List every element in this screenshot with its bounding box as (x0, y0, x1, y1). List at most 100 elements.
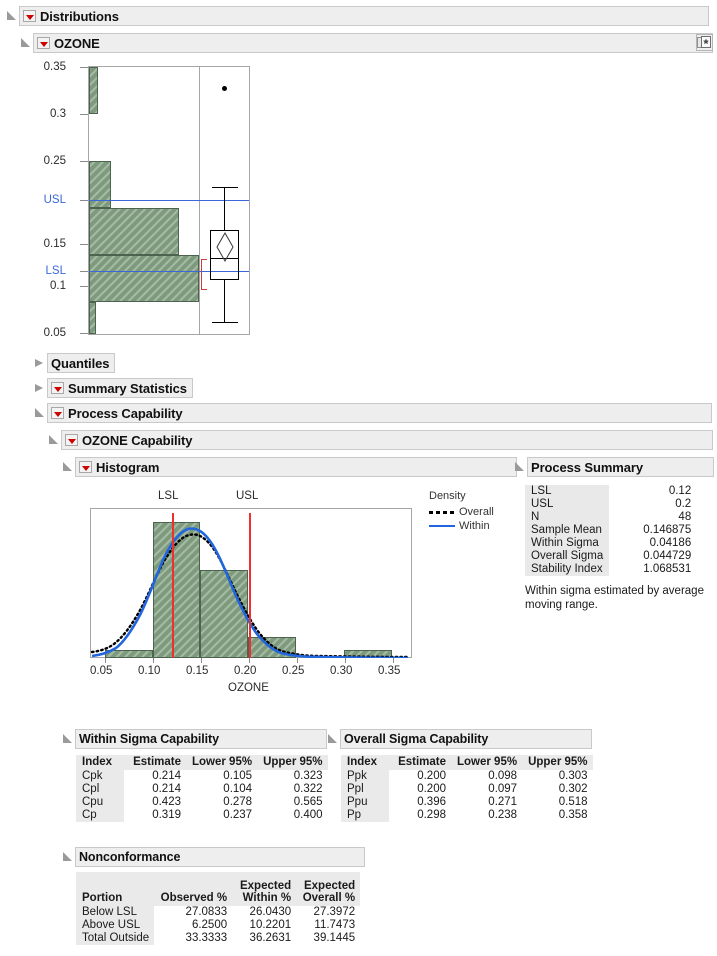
outline-distributions[interactable]: Distributions (6, 6, 709, 26)
legend-title: Density (429, 490, 494, 502)
red-triangle-menu-icon-summary[interactable] (51, 382, 64, 394)
cell-index: Ppl (341, 783, 389, 796)
red-triangle-menu-icon-hist[interactable] (79, 461, 92, 473)
header-bar-ozone[interactable]: OZONE (33, 33, 713, 53)
disclosure-triangle-within-sigma[interactable] (62, 734, 73, 745)
table-header-row: Portion Observed % ExpectedWithin % Expe… (76, 872, 360, 906)
tickmark (80, 244, 88, 245)
disclosure-triangle-ozone[interactable] (20, 38, 31, 49)
red-triangle-menu-icon-pc[interactable] (51, 407, 64, 419)
header-bar-histogram[interactable]: Histogram (75, 457, 517, 477)
cell-exp-overall: 39.1445 (296, 932, 360, 945)
table-row: LSL0.12 (525, 485, 697, 498)
ps-value: 0.04186 (609, 537, 697, 550)
disclosure-triangle-process-summary[interactable] (514, 462, 525, 473)
quantiles-title: Quantiles (51, 356, 109, 371)
table-row: Stability Index1.068531 (525, 563, 697, 576)
table-row: Within Sigma0.04186 (525, 537, 697, 550)
outline-overall-sigma[interactable]: Overall Sigma Capability (327, 729, 592, 749)
shortest-half-bracket (201, 259, 207, 290)
cell-index: Cpk (76, 770, 124, 783)
disclosure-triangle-histogram[interactable] (62, 462, 73, 473)
outline-histogram[interactable]: Histogram (62, 457, 517, 477)
cell-lower: 0.271 (451, 796, 522, 809)
cell-upper: 0.400 (257, 809, 327, 822)
cell-observed: 33.3333 (154, 932, 232, 945)
cell-exp-within: 26.0430 (232, 906, 296, 919)
header-bar-summary-statistics[interactable]: Summary Statistics (47, 378, 193, 398)
disclosure-triangle-quantiles[interactable] (34, 358, 45, 369)
tickmark (393, 658, 394, 663)
tickmark (80, 67, 88, 68)
cell-upper: 0.518 (522, 796, 592, 809)
capability-usl-label: USL (236, 490, 258, 502)
disclosure-triangle-overall-sigma[interactable] (327, 734, 338, 745)
th-line2: Within % (243, 892, 291, 904)
overall-sigma-body: Ppk0.2000.0980.303 Ppl0.2000.0970.302 Pp… (341, 770, 593, 822)
xaxis-tick-0.35: 0.35 (378, 665, 400, 677)
header-bar-nonconformance[interactable]: Nonconformance (75, 847, 365, 867)
header-bar-quantiles[interactable]: Quantiles (47, 353, 115, 373)
tickmark (297, 658, 298, 663)
cell-upper: 0.303 (522, 770, 592, 783)
ps-key: USL (525, 498, 609, 511)
outline-ozone[interactable]: OZONE (20, 33, 713, 53)
disclosure-triangle-ozone-capability[interactable] (48, 435, 59, 446)
boxplot-upper-whisker-cap (212, 187, 238, 188)
outline-within-sigma[interactable]: Within Sigma Capability (62, 729, 327, 749)
cell-index: Cpl (76, 783, 124, 796)
red-triangle-menu-icon-ozone[interactable] (37, 37, 50, 49)
ozone-title: OZONE (54, 36, 100, 51)
pin-star-icon[interactable] (696, 34, 713, 51)
th-portion: Portion (76, 872, 154, 906)
header-bar-process-capability[interactable]: Process Capability (47, 403, 712, 423)
histogram-bar (89, 208, 179, 255)
tickmark (153, 658, 154, 663)
header-bar-process-summary[interactable]: Process Summary (527, 457, 714, 477)
outline-ozone-capability[interactable]: OZONE Capability (48, 430, 713, 450)
ps-key: Sample Mean (525, 524, 609, 537)
red-triangle-menu-icon[interactable] (23, 10, 36, 22)
table-row: USL0.2 (525, 498, 697, 511)
cell-portion: Below LSL (76, 906, 154, 919)
boxplot-mean-diamond (210, 230, 240, 280)
table-row: Cpl0.2140.1040.322 (76, 783, 328, 796)
boxplot-upper-whisker (224, 187, 225, 230)
tickmark (249, 658, 250, 663)
process-capability-title: Process Capability (68, 406, 183, 421)
disclosure-triangle-process-capability[interactable] (34, 408, 45, 419)
ps-key: Stability Index (525, 563, 609, 576)
outline-summary-statistics[interactable]: Summary Statistics (34, 378, 193, 398)
cell-upper: 0.322 (257, 783, 327, 796)
cell-index: Cp (76, 809, 124, 822)
ps-value: 1.068531 (609, 563, 697, 576)
outline-nonconformance[interactable]: Nonconformance (62, 847, 365, 867)
table-row: Below LSL27.083326.043027.3972 (76, 906, 360, 919)
th-index: Index (76, 755, 124, 770)
ps-key: Overall Sigma (525, 550, 609, 563)
cell-observed: 27.0833 (154, 906, 232, 919)
th-line1: Expected (304, 880, 355, 892)
cell-estimate: 0.423 (124, 796, 186, 809)
outline-process-capability[interactable]: Process Capability (34, 403, 712, 423)
disclosure-triangle-summary-statistics[interactable] (34, 383, 45, 394)
header-bar-ozone-capability[interactable]: OZONE Capability (61, 430, 713, 450)
ps-value: 0.2 (609, 498, 697, 511)
red-triangle-menu-icon-oc[interactable] (65, 434, 78, 446)
outline-quantiles[interactable]: Quantiles (34, 353, 115, 373)
histogram-title: Histogram (96, 460, 159, 475)
cell-estimate: 0.396 (389, 796, 451, 809)
outline-process-summary[interactable]: Process Summary (514, 457, 714, 477)
table-row: Sample Mean0.146875 (525, 524, 697, 537)
disclosure-triangle-distributions[interactable] (6, 11, 17, 22)
axis-tick-0.1: 0.1 (22, 280, 66, 292)
disclosure-triangle-nonconformance[interactable] (62, 852, 73, 863)
header-bar-within-sigma[interactable]: Within Sigma Capability (75, 729, 327, 749)
header-bar-distributions[interactable]: Distributions (19, 6, 709, 26)
xaxis-tick-0.10: 0.10 (138, 665, 160, 677)
xaxis-tick-0.30: 0.30 (330, 665, 352, 677)
th-lower95: Lower 95% (451, 755, 522, 770)
header-bar-overall-sigma[interactable]: Overall Sigma Capability (340, 729, 592, 749)
tickmark (80, 200, 88, 201)
table-row: Above USL6.250010.220111.7473 (76, 919, 360, 932)
